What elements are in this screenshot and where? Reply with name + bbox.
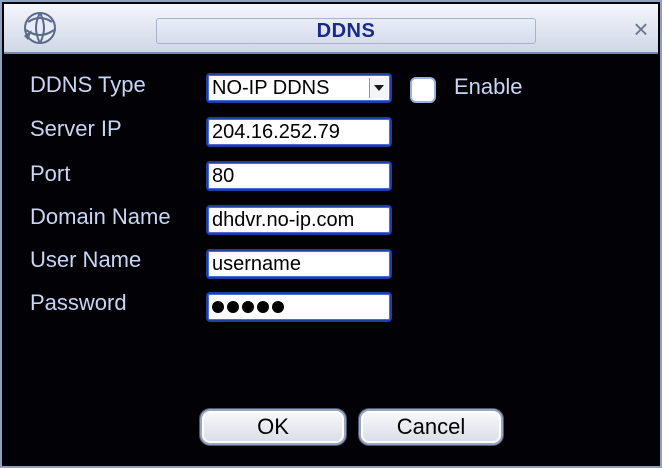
password-mask-dot	[242, 301, 254, 313]
password-mask-dot	[257, 301, 269, 313]
ddns-type-select[interactable]: NO-IP DDNS	[206, 73, 392, 103]
password-mask-dot	[272, 301, 284, 313]
title-bar[interactable]: DDNS ×	[4, 4, 658, 54]
password-field[interactable]	[206, 292, 392, 322]
password-mask-dot	[227, 301, 239, 313]
server-ip-label: Server IP	[30, 116, 122, 141]
close-icon[interactable]: ×	[630, 16, 652, 42]
globe-logo-icon	[24, 12, 56, 44]
enable-label: Enable	[454, 74, 523, 99]
domain-name-label: Domain Name	[30, 204, 171, 229]
password-label: Password	[30, 290, 127, 315]
domain-name-field[interactable]: dhdvr.no-ip.com	[206, 205, 392, 235]
ddns-type-value: NO-IP DDNS	[212, 77, 330, 99]
port-field[interactable]: 80	[206, 161, 392, 191]
ddns-type-label: DDNS Type	[30, 72, 146, 97]
cancel-button[interactable]: Cancel	[359, 409, 503, 445]
chevron-down-icon[interactable]	[369, 78, 388, 98]
user-name-field[interactable]: username	[206, 249, 392, 279]
server-ip-field[interactable]: 204.16.252.79	[206, 117, 392, 147]
password-mask	[212, 294, 284, 320]
window-title: DDNS	[156, 18, 536, 44]
ddns-form: DDNS Type NO-IP DDNS Enable Server IP 20…	[4, 54, 658, 464]
password-mask-dot	[212, 301, 224, 313]
user-name-label: User Name	[30, 247, 142, 272]
enable-checkbox[interactable]	[410, 77, 436, 103]
port-label: Port	[30, 161, 71, 186]
ddns-dialog: DDNS × DDNS Type NO-IP DDNS Enable Serve…	[0, 0, 662, 468]
ok-button[interactable]: OK	[200, 409, 346, 445]
